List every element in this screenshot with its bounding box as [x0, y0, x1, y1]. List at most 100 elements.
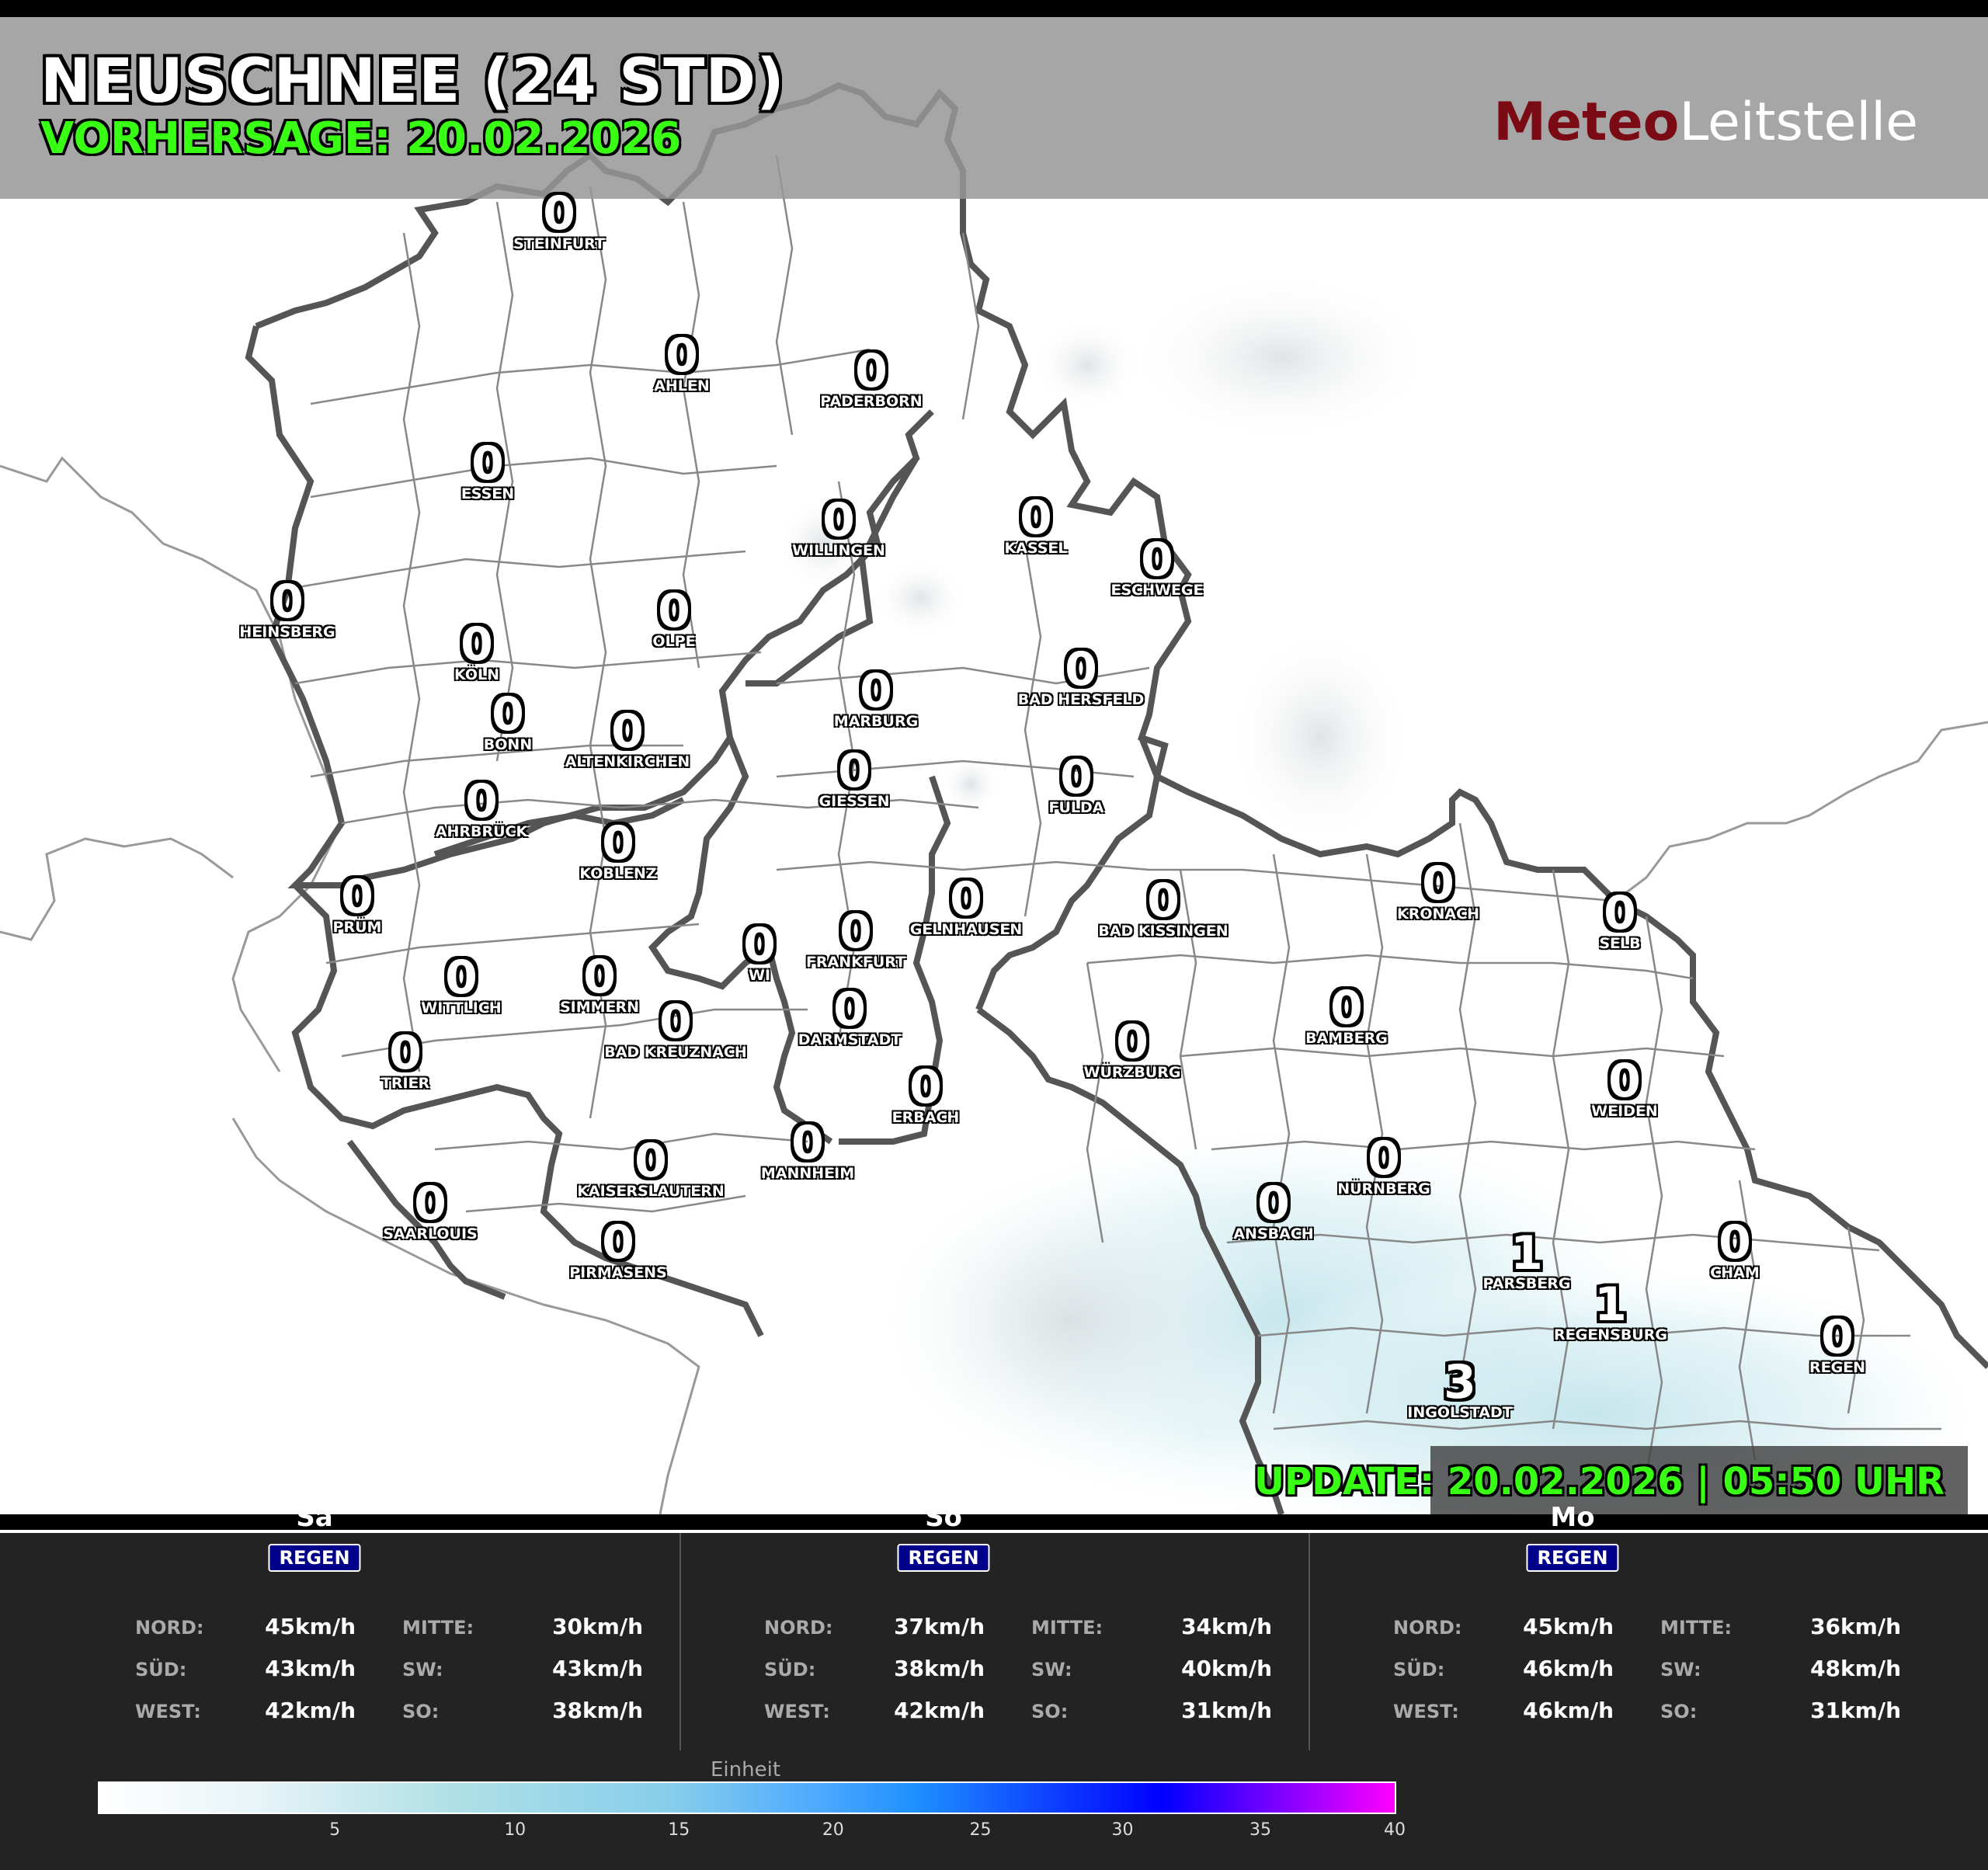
city-marker: 0 TRIER [381, 1030, 429, 1092]
wind-label-so: SO: [402, 1701, 440, 1722]
wind-value-sued: 43km/h [265, 1656, 356, 1681]
day-name: Sa [296, 1502, 333, 1533]
city-name: REGEN [1809, 1359, 1866, 1376]
day-column: Sa REGEN NORD: 45km/h MITTE: 30km/h SÜD: 43km/h… [0, 1502, 643, 1750]
city-name: KAISERSLAUTERN [577, 1183, 725, 1200]
wind-value-west: 42km/h [265, 1698, 356, 1723]
legend-tick: 15 [668, 1820, 690, 1840]
city-name: WÜRZBURG [1083, 1064, 1181, 1081]
city-marker: 0 CHAM [1710, 1219, 1759, 1281]
city-name: AHLEN [654, 377, 710, 395]
city-name: ERBACH [891, 1109, 960, 1126]
city-marker: 0 AHLEN [654, 332, 710, 395]
day-column: So REGEN NORD: 37km/h MITTE: 34km/h SÜD: 38km/h… [629, 1502, 1272, 1750]
weather-badge: REGEN [1526, 1544, 1619, 1572]
snow-value: 0 [1719, 1215, 1751, 1270]
legend-tick: 30 [1111, 1820, 1134, 1840]
wind-label-so: SO: [1031, 1701, 1069, 1722]
legend-title: Einheit [711, 1758, 781, 1781]
wind-value-sw: 40km/h [1181, 1656, 1272, 1681]
update-timestamp: UPDATE: 20.02.2026 | 05:50 UHR [1254, 1460, 1945, 1503]
city-marker: 0 ALTENKIRCHEN [565, 708, 690, 770]
wind-value-mitte: 30km/h [552, 1614, 643, 1639]
snow-value: 0 [1147, 874, 1180, 928]
snow-value: 0 [838, 744, 871, 798]
city-name: AHRBRÜCK [435, 823, 528, 840]
snow-value: 0 [611, 704, 644, 759]
city-marker: 0 NÜRNBERG [1337, 1135, 1430, 1197]
city-name: WILLINGEN [792, 542, 885, 559]
snow-value: 0 [1330, 981, 1363, 1035]
city-marker: 0 HEINSBERG [239, 579, 335, 641]
wind-label-mitte: MITTE: [1031, 1617, 1103, 1639]
city-name: KOBLENZ [579, 865, 657, 882]
city-name: PIRMASENS [569, 1264, 667, 1281]
color-legend-bar [98, 1781, 1396, 1814]
snow-value: 0 [909, 1060, 942, 1114]
wind-value-nord: 37km/h [894, 1614, 985, 1639]
snow-value: 0 [461, 617, 493, 672]
day-name: So [925, 1502, 962, 1533]
snow-value: 0 [602, 1215, 634, 1270]
snow-value: 0 [822, 493, 855, 547]
city-name: BONN [483, 736, 533, 753]
snow-value: 0 [950, 872, 982, 926]
wind-label-west: WEST: [135, 1701, 201, 1722]
snow-value: 0 [1141, 533, 1173, 587]
map-title: NEUSCHNEE (24 STD) [40, 47, 785, 116]
snow-value: 0 [1020, 491, 1052, 545]
snow-value: 0 [1065, 642, 1097, 697]
city-name: DARMSTADT [798, 1031, 902, 1048]
legend-tick: 40 [1384, 1820, 1406, 1840]
city-marker: 3 INGOLSTADT [1407, 1359, 1512, 1421]
city-name: PADERBORN [820, 393, 923, 410]
city-name: BAD KISSINGEN [1098, 923, 1229, 940]
snow-value: 0 [659, 995, 692, 1049]
snow-value: 1 [1594, 1277, 1627, 1332]
brand-logo: MeteoLeitstelle [1493, 92, 1918, 153]
city-marker: 0 KOBLENZ [579, 820, 656, 882]
weather-badge: REGEN [268, 1544, 361, 1572]
wind-label-sw: SW: [1660, 1659, 1701, 1681]
snow-value: 0 [1060, 750, 1093, 805]
snow-value: 0 [543, 186, 575, 241]
forecast-date: VORHERSAGE: 20.02.2026 [40, 113, 682, 164]
city-name: BAD HERSFELD [1017, 691, 1145, 708]
city-marker: 0 WI [743, 922, 776, 984]
wind-label-so: SO: [1660, 1701, 1698, 1722]
legend-tick: 5 [329, 1820, 341, 1840]
city-marker: 0 ERBACH [892, 1064, 960, 1126]
city-marker: 0 ESSEN [461, 440, 514, 502]
snow-value: 0 [1821, 1310, 1854, 1364]
city-marker: 1 REGENSBURG [1554, 1281, 1667, 1343]
city-name: BAD KREUZNACH [604, 1044, 747, 1061]
city-marker: 0 BAMBERG [1305, 985, 1388, 1047]
wind-label-sued: SÜD: [764, 1659, 816, 1681]
snow-value: 3 [1444, 1355, 1476, 1409]
city-marker: 0 KAISERSLAUTERN [577, 1138, 725, 1200]
legend-tick: 10 [504, 1820, 527, 1840]
city-marker: 0 WITTLICH [421, 954, 501, 1017]
city-marker: 0 GIESSEN [818, 748, 889, 810]
snow-value: 0 [471, 436, 504, 491]
snow-value: 0 [271, 575, 304, 629]
city-marker: 0 BAD KREUZNACH [604, 999, 747, 1061]
snow-value: 0 [492, 687, 524, 742]
city-marker: 0 MANNHEIM [761, 1120, 854, 1182]
column-divider [679, 1533, 681, 1750]
wind-value-mitte: 36km/h [1810, 1614, 1901, 1639]
snow-value: 0 [1116, 1015, 1149, 1069]
wind-label-west: WEST: [1393, 1701, 1459, 1722]
city-name: INGOLSTADT [1407, 1404, 1513, 1421]
city-marker: 0 GELNHAUSEN [910, 876, 1023, 938]
city-marker: 0 STEINFURT [513, 190, 605, 252]
snow-value: 0 [1368, 1131, 1400, 1186]
city-name: TRIER [381, 1075, 430, 1092]
wind-value-sued: 46km/h [1523, 1656, 1614, 1681]
city-marker: 0 FRANKFURT [806, 909, 905, 971]
wind-value-nord: 45km/h [1523, 1614, 1614, 1639]
snow-value: 0 [860, 664, 892, 718]
city-marker: 0 KÖLN [454, 621, 499, 683]
city-name: ESCHWEGE [1110, 582, 1204, 599]
city-marker: 0 FULDA [1049, 754, 1104, 816]
